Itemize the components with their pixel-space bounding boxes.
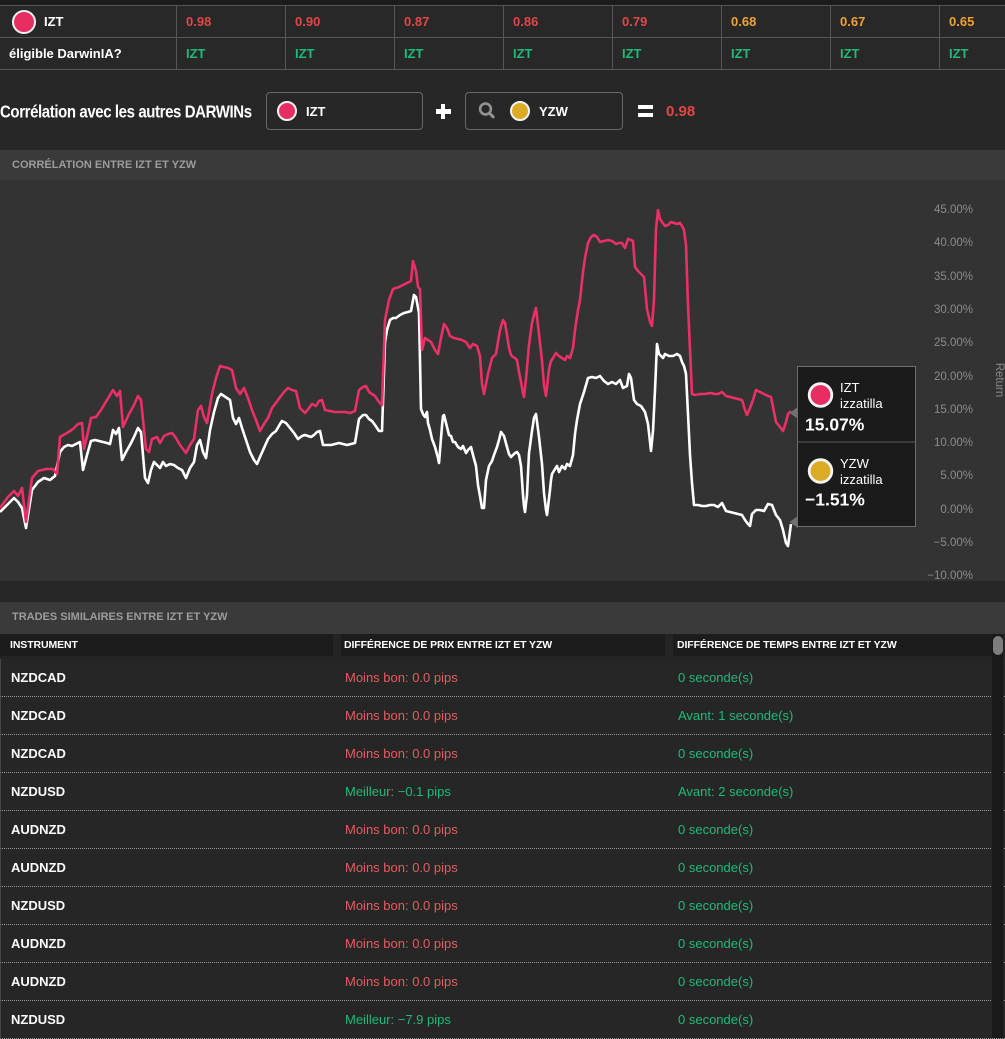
svg-text:izzatilla: izzatilla xyxy=(840,396,883,411)
svg-text:0.00%: 0.00% xyxy=(940,504,973,516)
svg-text:15.00%: 15.00% xyxy=(934,404,973,416)
svg-text:5.00%: 5.00% xyxy=(940,470,973,482)
svg-text:YZW: YZW xyxy=(840,456,870,471)
svg-text:35.00%: 35.00% xyxy=(934,271,973,283)
svg-text:15.07%: 15.07% xyxy=(805,415,865,435)
svg-text:IZT: IZT xyxy=(840,380,860,395)
svg-text:10.00%: 10.00% xyxy=(934,437,973,449)
svg-text:−5.00%: −5.00% xyxy=(934,537,973,549)
svg-text:40.00%: 40.00% xyxy=(934,237,973,249)
svg-text:20.00%: 20.00% xyxy=(934,371,973,383)
svg-text:−1.51%: −1.51% xyxy=(805,490,865,510)
svg-text:Return: Return xyxy=(993,363,1005,398)
svg-text:25.00%: 25.00% xyxy=(934,337,973,349)
svg-text:45.00%: 45.00% xyxy=(934,204,973,216)
svg-text:30.00%: 30.00% xyxy=(934,304,973,316)
svg-text:izzatilla: izzatilla xyxy=(840,472,883,487)
svg-text:−10.00%: −10.00% xyxy=(927,570,973,581)
